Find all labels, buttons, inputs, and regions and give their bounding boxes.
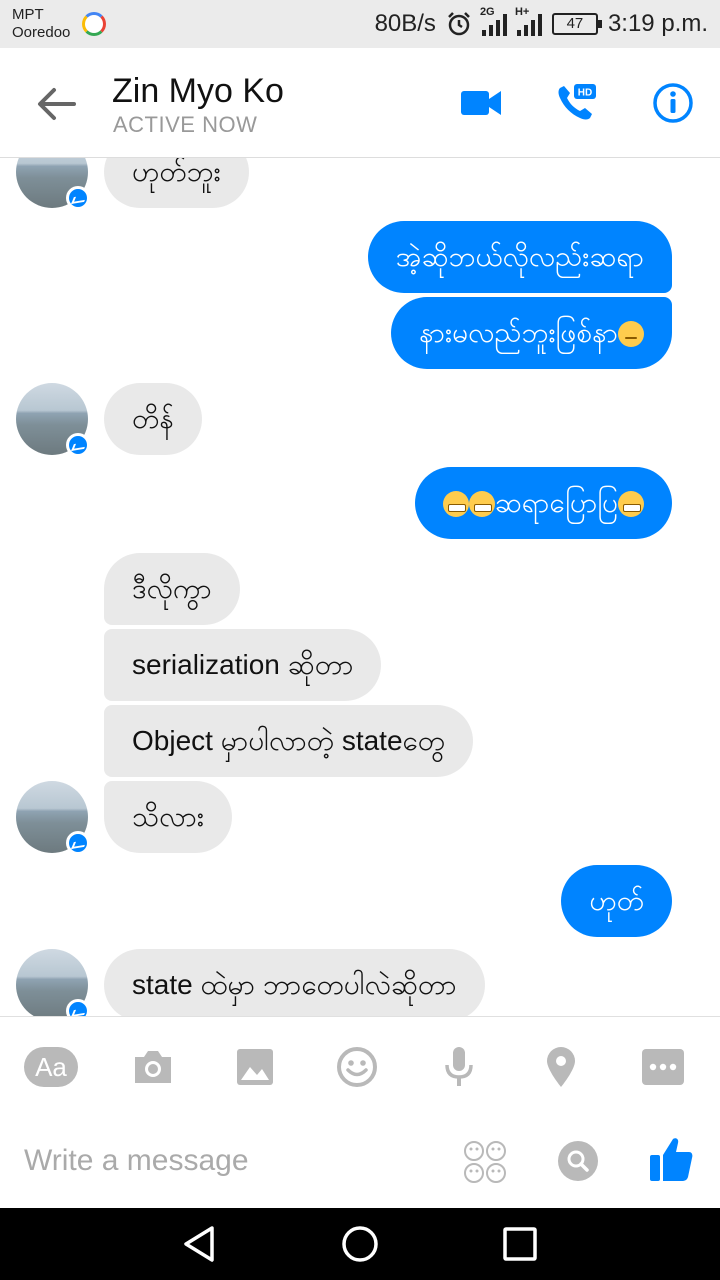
system-nav-bar [0, 1208, 720, 1280]
sticker-button[interactable] [329, 1039, 385, 1095]
carrier-secondary: Ooredoo [12, 24, 71, 41]
grin-emoji-icon [618, 491, 644, 517]
message-text: သိလား [132, 801, 204, 832]
messenger-badge-icon [66, 999, 90, 1016]
location-icon [547, 1047, 575, 1087]
voice-button[interactable] [431, 1039, 487, 1095]
message-bubble-incoming[interactable]: တိန် [104, 383, 202, 455]
network-speed: 80B/s [374, 10, 436, 37]
alarm-icon [448, 12, 470, 36]
message-text: ဒီလိုကွာ [132, 573, 212, 604]
composer: Aa [0, 1016, 720, 1208]
pensive-emoji-icon [618, 321, 644, 347]
message-bubble-outgoing[interactable]: ဆရာပြောပြ [414, 467, 672, 539]
message-text: အဲ့ဆိုဘယ်လိုလည်းဆရာ [395, 241, 644, 272]
messenger-badge-icon [66, 433, 90, 457]
message-bubble-incoming[interactable]: serialization ဆိုတာ [104, 629, 382, 701]
message-input[interactable] [24, 1139, 444, 1183]
signal-hplus-icon: H+ [515, 6, 542, 36]
messenger-badge-icon [66, 831, 90, 855]
status-indicators: 80B/s 2G H+ 47 3:19 p.m. [374, 6, 708, 40]
message-text: ဟုတ်ဘူး [132, 158, 221, 187]
aa-icon: Aa [24, 1047, 78, 1087]
contact-name[interactable]: Zin Myo Ko [112, 72, 284, 111]
nav-home-icon[interactable] [340, 1224, 380, 1264]
location-button[interactable] [533, 1039, 589, 1095]
more-icon [642, 1049, 684, 1085]
message-thread[interactable]: ဟုတ်ဘူး အဲ့ဆိုဘယ်လိုလည်းဆရာ နားမလည်ဘူးဖြ… [0, 158, 720, 1016]
nav-back-icon[interactable] [180, 1224, 220, 1264]
emoji-picker-icon[interactable] [462, 1139, 508, 1185]
presence-status: ACTIVE NOW [113, 112, 258, 137]
gallery-button[interactable] [227, 1039, 283, 1095]
signal-2g-label: 2G [479, 6, 495, 18]
info-icon[interactable] [648, 78, 698, 128]
message-bubble-incoming[interactable]: state ထဲမှာ ဘာတေပါလဲဆိုတာ [104, 949, 485, 1016]
microphone-icon [445, 1047, 473, 1086]
conversation-header: Zin Myo Ko ACTIVE NOW HD [0, 48, 720, 158]
status-bar: MPT Ooredoo 80B/s 2G H+ 47 3:19 p.m. [0, 0, 720, 48]
message-text: တိန် [132, 403, 174, 434]
message-bubble-incoming[interactable]: ဟုတ်ဘူး [104, 158, 249, 208]
grin-emoji-icon [442, 491, 469, 517]
message-text: state ထဲမှာ ဘာတေပါလဲဆိုတာ [132, 969, 457, 1000]
back-arrow-icon[interactable] [34, 84, 78, 124]
grin-emoji-icon [468, 491, 495, 517]
message-text: နားမလည်ဘူးဖြစ်နာ [419, 317, 618, 348]
carrier-info: MPT Ooredoo [12, 6, 70, 42]
message-text: ဟုတ် [589, 885, 644, 916]
hd-voice-call-icon[interactable]: HD [550, 78, 600, 128]
contact-avatar[interactable] [16, 383, 90, 457]
messenger-badge-icon [66, 186, 90, 210]
contact-avatar[interactable] [16, 781, 90, 855]
clock: 3:19 p.m. [607, 10, 708, 37]
emoji-icon [337, 1047, 377, 1087]
google-icon [82, 12, 106, 36]
message-text: Object မှာပါလာတဲ့ stateတွေ [132, 725, 445, 756]
camera-button[interactable] [125, 1039, 181, 1095]
video-call-icon[interactable] [456, 78, 506, 128]
message-bubble-outgoing[interactable]: ဟုတ် [561, 865, 672, 937]
aa-button[interactable]: Aa [23, 1039, 79, 1095]
signal-hplus-label: H+ [514, 6, 530, 18]
message-bubble-incoming[interactable]: Object မှာပါလာတဲ့ stateတွေ [104, 705, 473, 777]
carrier-primary: MPT [12, 6, 44, 23]
message-text: serialization ဆိုတာ [132, 649, 354, 680]
message-bubble-incoming[interactable]: ဒီလိုကွာ [104, 553, 240, 625]
signal-2g-icon: 2G [480, 6, 507, 36]
message-text: ဆရာပြောပြ [494, 487, 618, 518]
image-icon [237, 1049, 273, 1085]
more-button[interactable] [635, 1039, 691, 1095]
battery-icon: 47 [551, 13, 602, 35]
contact-avatar[interactable] [16, 949, 90, 1016]
svg-text:HD: HD [578, 88, 592, 99]
message-bubble-outgoing[interactable]: နားမလည်ဘူးဖြစ်နာ [391, 297, 672, 369]
like-thumb-icon[interactable] [648, 1135, 694, 1183]
contact-avatar[interactable] [16, 158, 90, 210]
search-gif-icon[interactable] [556, 1139, 600, 1183]
nav-recents-icon[interactable] [500, 1224, 540, 1264]
camera-icon [135, 1051, 171, 1083]
message-bubble-outgoing[interactable]: အဲ့ဆိုဘယ်လိုလည်းဆရာ [367, 221, 672, 293]
message-bubble-incoming[interactable]: သိလား [104, 781, 232, 853]
